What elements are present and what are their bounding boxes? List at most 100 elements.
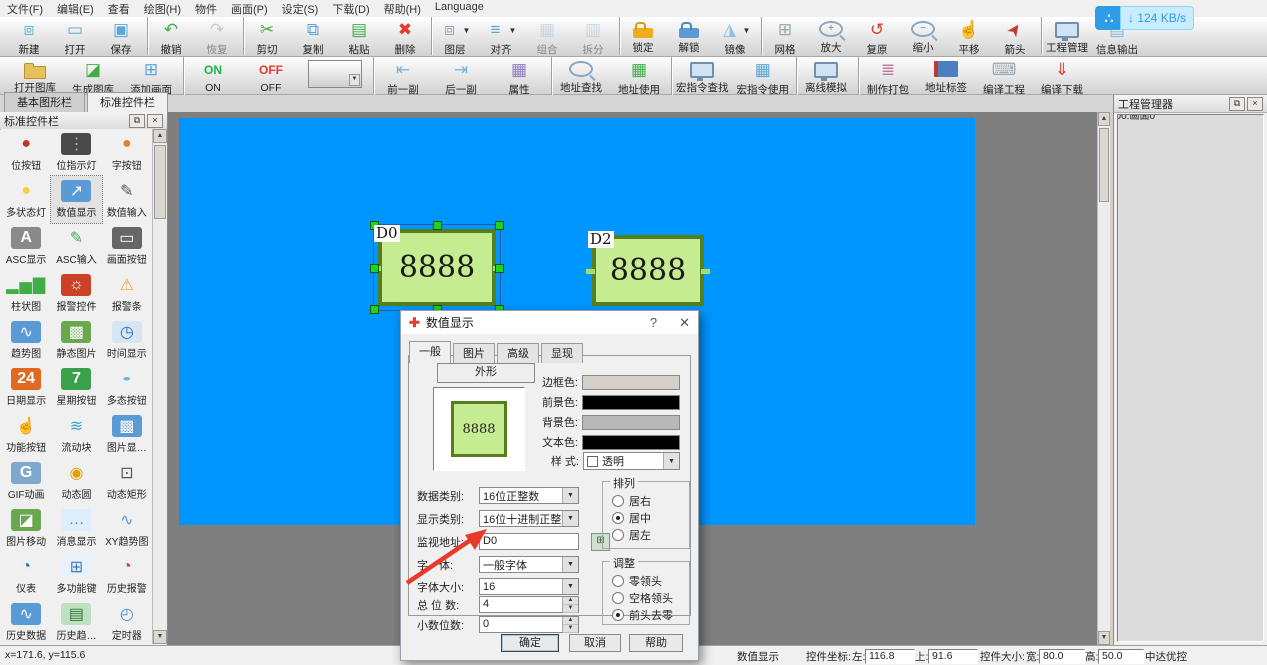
toolbar-button[interactable]: ▭ ▼ 打开 xyxy=(52,17,98,55)
palette-item[interactable]: ∿ 历史数据 xyxy=(1,599,51,644)
menu-item[interactable]: 下载(D) xyxy=(325,1,376,17)
dialog-titlebar[interactable]: ✚ 数值显示 ? ✕ xyxy=(401,311,698,334)
toolbar-button[interactable]: ▣ ▼ 保存 xyxy=(98,17,144,55)
palette-item[interactable]: ◔ 历史报警 xyxy=(102,552,152,599)
toolbar-button[interactable]: ⧉ ▼ 复制 xyxy=(290,17,336,55)
palette-item[interactable]: ▤ 历史趋… xyxy=(51,599,101,644)
toolbar-button[interactable]: ➤ ▼ 箭头 xyxy=(992,17,1038,55)
toolbar-button[interactable]: ≡ ▼ 对齐 xyxy=(478,17,524,55)
palette-item[interactable]: ◴ 定时器 xyxy=(102,599,152,644)
menu-item[interactable]: 编辑(E) xyxy=(50,1,101,17)
toolbar-button[interactable]: ⇥ 后一副 xyxy=(432,57,490,95)
radio-icon[interactable] xyxy=(612,495,624,507)
toolbar-button[interactable]: ◪ 生成图库 xyxy=(64,57,122,95)
palette-tab[interactable]: 基本图形栏 xyxy=(4,92,85,112)
decimal-digits-input[interactable]: 0 ▲▼ xyxy=(479,616,579,633)
font-size-combo[interactable]: 16 ▼ xyxy=(479,578,579,595)
left-value-input[interactable]: 116.8 xyxy=(865,649,915,664)
state-selector-combo[interactable]: ▼ xyxy=(308,60,362,88)
toolbar-button[interactable]: ⌨ 编译工程 xyxy=(975,57,1033,95)
scrollbar-thumb[interactable] xyxy=(154,145,166,219)
palette-item[interactable]: ✎ ASC输入 xyxy=(51,223,101,270)
palette-item[interactable]: ↗ 数值显示 xyxy=(51,176,101,223)
toolbar-button[interactable]: ⧈ ▼ 新建 xyxy=(6,17,52,55)
chevron-down-icon[interactable]: ▼ xyxy=(463,26,471,35)
palette-item[interactable]: ▂▅▇ 柱状图 xyxy=(1,270,51,317)
toolbar-button[interactable]: − ▼ 缩小 xyxy=(900,17,946,55)
palette-item[interactable]: ◷ 时间显示 xyxy=(102,317,152,364)
palette-item[interactable]: ∿ XY趋势图 xyxy=(102,505,152,552)
toolbar-button[interactable]: ▥ ▼ 拆分 xyxy=(570,17,616,55)
menu-item[interactable]: 物件 xyxy=(188,1,224,17)
palette-item[interactable]: ▭ 画面按钮 xyxy=(102,223,152,270)
radio-icon[interactable] xyxy=(612,512,624,524)
palette-item[interactable]: ☝ 功能按钮 xyxy=(1,411,51,458)
radio-icon[interactable] xyxy=(612,575,624,587)
radio-option[interactable]: 空格领头 xyxy=(603,589,689,606)
chevron-down-icon[interactable]: ▼ xyxy=(562,557,578,572)
radio-option[interactable]: 居左 xyxy=(603,526,689,543)
height-value-input[interactable]: 50.0 xyxy=(1098,649,1144,664)
palette-item[interactable]: A ASC显示 xyxy=(1,223,51,270)
menu-item[interactable]: 画面(P) xyxy=(224,1,275,17)
numeric-display-widget[interactable]: D2 8888 xyxy=(592,235,704,306)
resize-handle[interactable] xyxy=(370,264,379,273)
toolbar-button[interactable]: ↶ ▼ 撤销 xyxy=(147,17,194,55)
cancel-button[interactable]: 取消 xyxy=(569,634,621,652)
chevron-down-icon[interactable]: ▼ xyxy=(562,579,578,594)
spinner[interactable]: ▲▼ xyxy=(562,617,578,632)
scroll-up-icon[interactable]: ▲ xyxy=(153,129,167,143)
radio-icon[interactable] xyxy=(612,592,624,604)
palette-item[interactable]: ⊞ 多功能键 xyxy=(51,552,101,599)
canvas-scrollbar[interactable]: ▲ ▼ xyxy=(1097,112,1110,645)
toolbar-button[interactable]: ⊞ 添加画面 xyxy=(122,57,180,95)
toolbar-button[interactable]: 地址查找 xyxy=(551,57,610,95)
color-swatch[interactable] xyxy=(582,435,680,450)
color-swatch[interactable] xyxy=(582,395,680,410)
resize-handle[interactable] xyxy=(495,221,504,230)
palette-item[interactable]: ∿ 趋势图 xyxy=(1,317,51,364)
toolbar-button[interactable]: ▦ 属性 xyxy=(490,57,548,95)
menu-item[interactable]: 绘图(H) xyxy=(137,1,188,17)
palette-item[interactable]: ⋮ 位指示灯 xyxy=(51,129,101,176)
toolbar-button[interactable]: ⊞ ▼ 网格 xyxy=(761,17,808,55)
color-swatch[interactable] xyxy=(582,415,680,430)
float-panel-icon[interactable]: ⧉ xyxy=(129,114,145,128)
toolbar-button[interactable]: 离线模拟 xyxy=(796,57,855,95)
palette-tab[interactable]: 标准控件栏 xyxy=(87,92,168,112)
toolbar-button[interactable]: ⇤ 前一副 xyxy=(373,57,432,95)
toolbar-button[interactable]: 打开图库 xyxy=(6,57,64,95)
palette-item[interactable]: 7 星期按钮 xyxy=(51,364,101,411)
toolbar-button[interactable]: ⧈ ▼ 图层 xyxy=(431,17,478,55)
monitor-address-input[interactable]: D0 xyxy=(479,533,579,550)
resize-handle[interactable] xyxy=(433,221,442,230)
menu-item[interactable]: 帮助(H) xyxy=(377,1,428,17)
toolbar-button[interactable]: ⇓ 编译下载 xyxy=(1033,57,1091,95)
close-panel-icon[interactable]: × xyxy=(1247,97,1263,111)
spinner[interactable]: ▲▼ xyxy=(562,597,578,612)
style-combo[interactable]: 透明 ▼ xyxy=(583,452,680,470)
color-swatch[interactable] xyxy=(582,375,680,390)
toolbar-button[interactable]: 宏指令查找 xyxy=(671,57,733,95)
width-value-input[interactable]: 80.0 xyxy=(1039,649,1085,664)
palette-item[interactable]: ▩ 静态图片 xyxy=(51,317,101,364)
spinner-up-icon[interactable]: ▲ xyxy=(563,597,578,605)
dialog-tab[interactable]: 显现 xyxy=(541,343,583,363)
float-panel-icon[interactable]: ⧉ xyxy=(1229,97,1245,111)
toolbar-button[interactable]: ▼ 锁定 xyxy=(619,17,666,55)
radio-option[interactable]: 零领头 xyxy=(603,572,689,589)
palette-item[interactable]: ⊡ 动态矩形 xyxy=(102,458,152,505)
scroll-down-icon[interactable]: ▼ xyxy=(1098,631,1110,645)
total-digits-input[interactable]: 4 ▲▼ xyxy=(479,596,579,613)
chevron-down-icon[interactable]: ▼ xyxy=(509,26,517,35)
chevron-down-icon[interactable]: ▼ xyxy=(743,26,751,35)
toolbar-button[interactable]: ✖ ▼ 删除 xyxy=(382,17,428,55)
toolbar-button[interactable]: ▼ 解锁 xyxy=(666,17,712,55)
resize-handle[interactable] xyxy=(370,305,379,314)
toolbar-button[interactable]: ▼ 工程管理 xyxy=(1041,17,1092,55)
toolbar-button[interactable]: ◮ ▼ 镜像 xyxy=(712,17,758,55)
dialog-tab[interactable]: 一般 xyxy=(409,341,451,363)
toolbar-button[interactable]: ☝ ▼ 平移 xyxy=(946,17,992,55)
toolbar-button[interactable]: ↺ ▼ 复原 xyxy=(854,17,900,55)
chevron-down-icon[interactable]: ▼ xyxy=(562,488,578,503)
